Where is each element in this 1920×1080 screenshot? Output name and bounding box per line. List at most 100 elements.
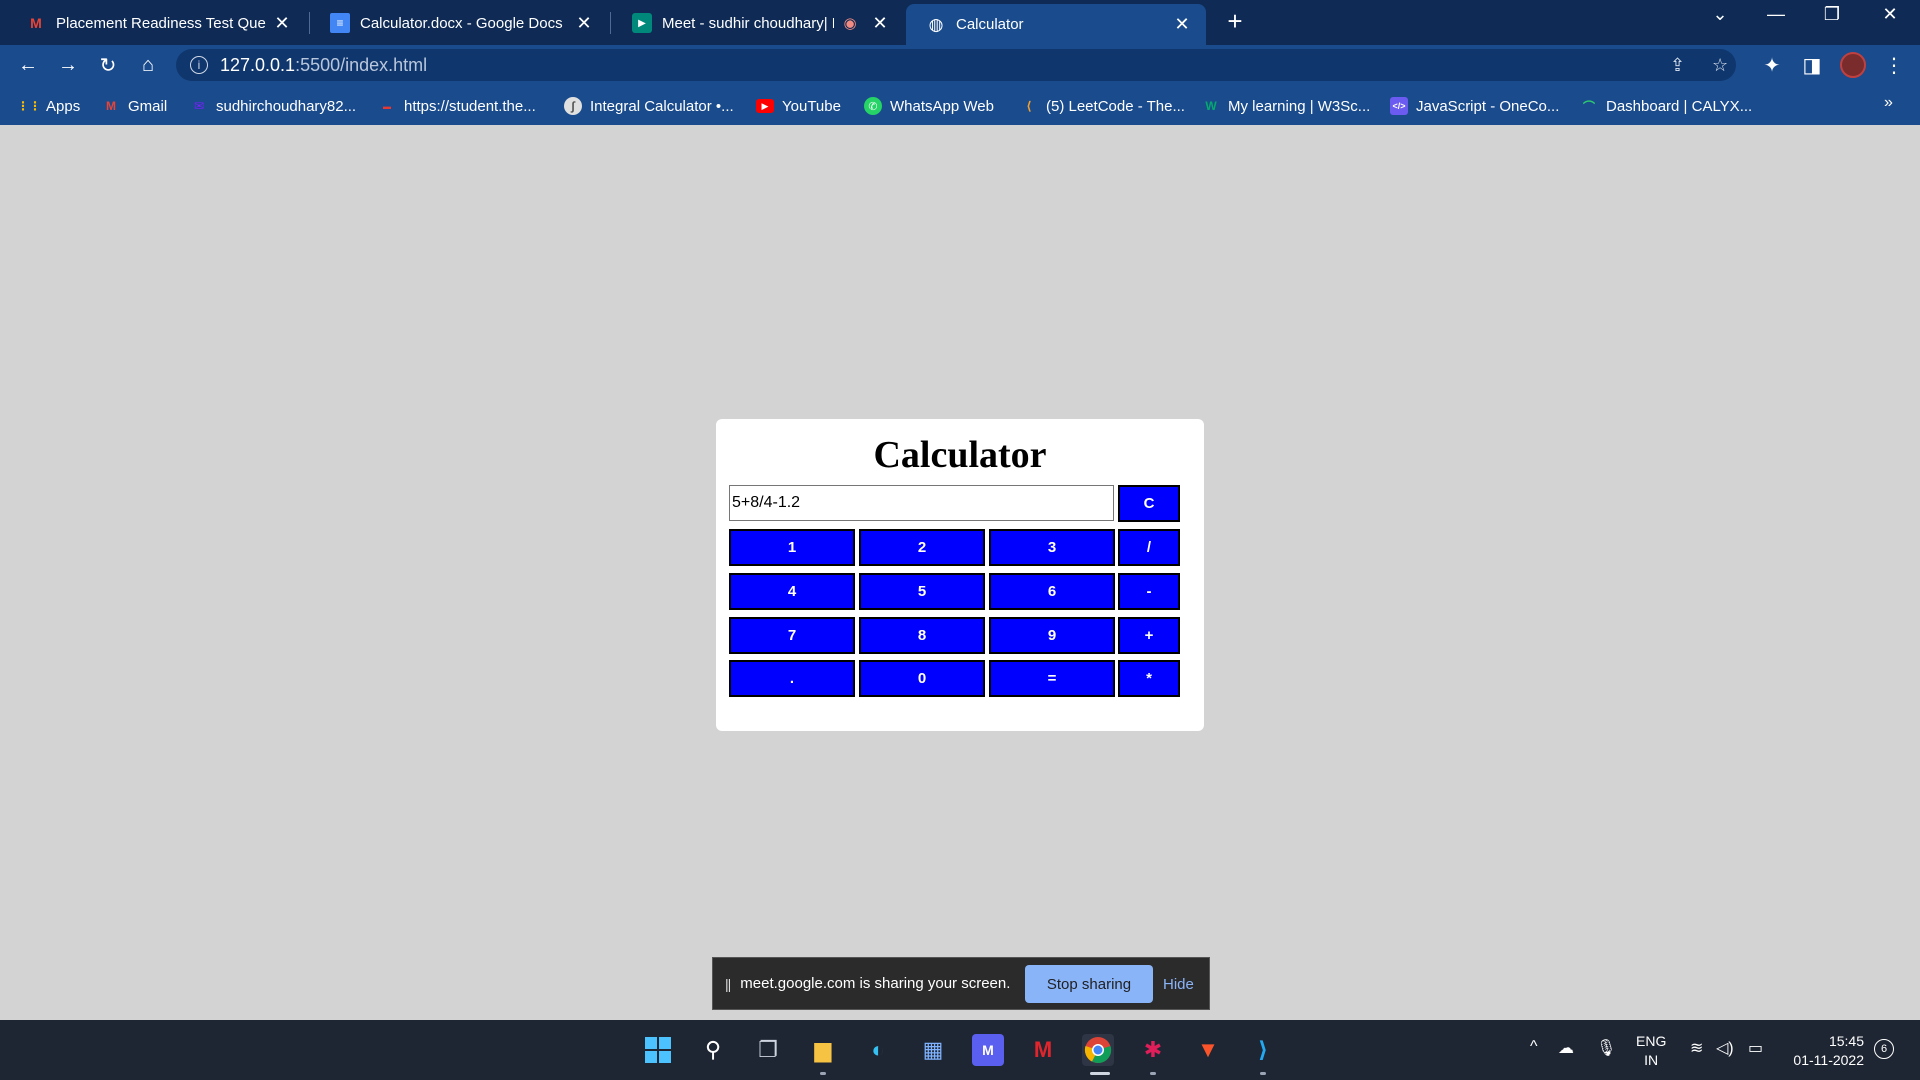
screen-share-bar: || meet.google.com is sharing your scree… — [712, 957, 1210, 1010]
key-add[interactable]: + — [1118, 617, 1180, 654]
calyx-icon: ⌒ — [1582, 99, 1595, 114]
microsoft-store-icon[interactable]: ▦ — [917, 1034, 949, 1066]
close-icon[interactable]: ✕ — [574, 13, 594, 34]
calculator-display[interactable] — [729, 485, 1114, 521]
extensions-puzzle-icon[interactable]: ✦ — [1758, 53, 1786, 78]
side-panel-icon[interactable]: ◨ — [1798, 53, 1826, 78]
clock-date: 01-11-2022 — [1793, 1052, 1864, 1068]
home-icon[interactable]: ⌂ — [134, 51, 162, 79]
forward-arrow-icon[interactable]: → — [54, 51, 82, 79]
hide-button[interactable]: Hide — [1163, 965, 1194, 1003]
bookmark-apps[interactable]: ⋮⋮ Apps — [17, 95, 80, 117]
key-decimal[interactable]: . — [729, 660, 855, 697]
tab-title: Calculator.docx - Google Docs — [360, 14, 563, 32]
menu-kebab-icon[interactable]: ⋮ — [1880, 53, 1908, 78]
bookmark-whatsapp[interactable]: ✆ WhatsApp Web — [864, 95, 994, 117]
system-clock[interactable]: 15:45 01-11-2022 — [1784, 1032, 1864, 1070]
tab-meet[interactable]: ▶ Meet - sudhir choudhary| Pla ◉ ✕ — [612, 4, 904, 42]
vscode-icon[interactable]: ⟩ — [1247, 1034, 1279, 1066]
key-equals[interactable]: = — [989, 660, 1115, 697]
tab-placement-readiness[interactable]: M Placement Readiness Test Questi ✕ — [6, 4, 306, 42]
bookmark-label: My learning | W3Sc... — [1228, 97, 1371, 115]
drag-handle-icon[interactable]: || — [725, 976, 731, 992]
key-7[interactable]: 7 — [729, 617, 855, 654]
bookmark-label: sudhirchoudhary82... — [216, 97, 357, 115]
yahoo-mail-icon: ✉ — [193, 99, 205, 113]
close-icon[interactable]: ✕ — [272, 13, 292, 34]
bookmark-gmail[interactable]: M Gmail — [102, 95, 167, 117]
battery-icon[interactable]: ▭ — [1748, 1038, 1763, 1058]
key-divide[interactable]: / — [1118, 529, 1180, 566]
chrome-icon[interactable] — [1082, 1034, 1114, 1066]
key-multiply[interactable]: * — [1118, 660, 1180, 697]
key-1[interactable]: 1 — [729, 529, 855, 566]
clock-time: 15:45 — [1828, 1033, 1864, 1049]
notes-app-icon[interactable]: M — [972, 1034, 1004, 1066]
onecompiler-icon: </> — [1390, 97, 1408, 115]
bookmark-label: Integral Calculator •... — [590, 97, 734, 115]
key-6[interactable]: 6 — [989, 573, 1115, 610]
chrome-logo-icon — [1084, 1037, 1112, 1064]
tab-calculator-docx[interactable]: ≡ Calculator.docx - Google Docs ✕ — [310, 4, 608, 42]
w3schools-icon: W — [1205, 99, 1217, 113]
bookmark-yahoo-mail[interactable]: ✉ sudhirchoudhary82... — [190, 95, 356, 117]
tab-search-chevron-icon[interactable]: ⌄ — [1700, 4, 1740, 25]
microphone-icon[interactable]: 🎙 — [1596, 1038, 1616, 1058]
wifi-icon[interactable]: ≋ — [1690, 1038, 1703, 1058]
stop-sharing-button[interactable]: Stop sharing — [1025, 965, 1153, 1003]
minimize-button[interactable]: — — [1756, 4, 1796, 25]
file-explorer-icon[interactable]: ▆ — [807, 1034, 839, 1066]
region-code: IN — [1644, 1052, 1659, 1068]
share-icon[interactable]: ⇪ — [1670, 55, 1685, 76]
close-window-button[interactable]: ✕ — [1870, 4, 1910, 25]
show-hidden-icons-chevron-icon[interactable]: ^ — [1530, 1038, 1538, 1056]
tab-calculator[interactable]: ◍ Calculator ✕ — [906, 4, 1206, 45]
mcafee-icon[interactable]: M — [1027, 1034, 1059, 1066]
bookmark-integral-calculator[interactable]: ∫ Integral Calculator •... — [564, 95, 734, 117]
notification-badge[interactable]: 6 — [1874, 1039, 1894, 1059]
close-icon[interactable]: ✕ — [870, 13, 890, 34]
key-8[interactable]: 8 — [859, 617, 985, 654]
new-tab-button[interactable]: + — [1220, 6, 1250, 37]
more-bookmarks-button[interactable]: » — [1884, 94, 1893, 112]
slack-icon[interactable]: ✱ — [1137, 1034, 1169, 1066]
gmail-icon: M — [30, 15, 42, 31]
bookmark-label: JavaScript - OneCo... — [1416, 97, 1560, 115]
brave-icon[interactable]: ▼ — [1192, 1034, 1224, 1066]
address-bar[interactable]: i 127.0.0.1:5500/index.html — [176, 49, 1736, 81]
bookmark-youtube[interactable]: ▶ YouTube — [756, 95, 841, 117]
key-5[interactable]: 5 — [859, 573, 985, 610]
bookmark-calyx[interactable]: ⌒ Dashboard | CALYX... — [1580, 95, 1752, 117]
task-view-icon[interactable]: ❐ — [752, 1034, 784, 1066]
onedrive-cloud-icon[interactable]: ☁ — [1558, 1038, 1574, 1058]
share-message: meet.google.com is sharing your screen. — [740, 975, 1011, 992]
close-icon[interactable]: ✕ — [1172, 14, 1192, 35]
bookmark-label: https://student.the... — [404, 97, 536, 115]
bookmark-star-icon[interactable]: ☆ — [1712, 55, 1728, 76]
bookmark-leetcode[interactable]: ⟨ (5) LeetCode - The... — [1020, 95, 1185, 117]
key-0[interactable]: 0 — [859, 660, 985, 697]
url-host: 127.0.0.1 — [220, 54, 296, 75]
windows-start-icon[interactable] — [642, 1034, 674, 1066]
url-path: :5500/index.html — [295, 54, 428, 75]
bookmark-w3schools[interactable]: W My learning | W3Sc... — [1202, 95, 1370, 117]
language-indicator[interactable]: ENG IN — [1636, 1032, 1666, 1070]
bookmark-student-site[interactable]: ▬ https://student.the... — [378, 95, 536, 117]
site-info-icon[interactable]: i — [190, 56, 208, 74]
restore-button[interactable]: ❐ — [1812, 4, 1852, 25]
edge-icon[interactable]: ◐ — [862, 1034, 894, 1066]
key-3[interactable]: 3 — [989, 529, 1115, 566]
bookmark-onecompiler[interactable]: </> JavaScript - OneCo... — [1390, 95, 1559, 117]
globe-icon: ◍ — [928, 14, 944, 34]
reload-icon[interactable]: ↻ — [94, 51, 122, 79]
profile-avatar[interactable] — [1840, 52, 1866, 78]
key-4[interactable]: 4 — [729, 573, 855, 610]
key-9[interactable]: 9 — [989, 617, 1115, 654]
clear-button[interactable]: C — [1118, 485, 1180, 522]
volume-icon[interactable]: ◁) — [1716, 1038, 1734, 1058]
search-icon[interactable]: ⚲ — [697, 1034, 729, 1066]
back-arrow-icon[interactable]: ← — [14, 51, 42, 79]
key-subtract[interactable]: - — [1118, 573, 1180, 610]
browser-tab-strip: M Placement Readiness Test Questi ✕ ≡ Ca… — [0, 0, 1920, 45]
key-2[interactable]: 2 — [859, 529, 985, 566]
